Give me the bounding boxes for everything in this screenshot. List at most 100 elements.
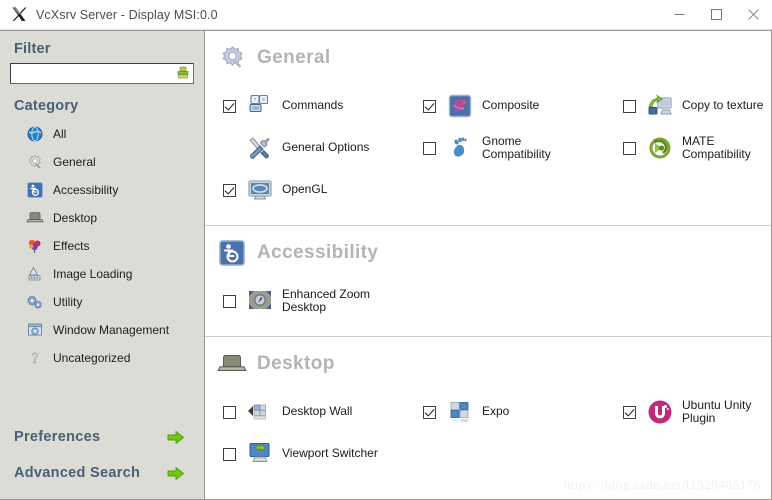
plugin-label: Gnome Compatibility xyxy=(482,133,551,161)
plugin-checkbox[interactable] xyxy=(223,294,236,308)
effects-icon xyxy=(26,237,44,255)
plugin-label: Ubuntu Unity Plugin xyxy=(682,397,752,425)
keyboard-keys-icon: 7 8 Ctrl xyxy=(247,93,273,119)
accessibility-icon xyxy=(217,238,247,268)
watermark-text: https://blog.csdn.net/l1528405176 xyxy=(563,477,761,492)
plugin-checkbox[interactable] xyxy=(223,99,236,113)
sidebar-item-general[interactable]: General xyxy=(0,148,204,176)
question-mark-icon xyxy=(26,349,44,367)
preferences-link[interactable]: Preferences xyxy=(0,419,204,455)
sidebar-item-label: Utility xyxy=(53,295,83,309)
plugin-checkbox[interactable] xyxy=(423,405,436,419)
vcxsrv-window: VcXsrv Server - Display MSI:0.0 Filter C… xyxy=(0,0,772,500)
plugin-label: Copy to texture xyxy=(682,98,764,113)
plugin-ubuntu-unity[interactable]: Ubuntu Unity Plugin xyxy=(605,391,771,433)
maximize-icon[interactable] xyxy=(698,0,735,30)
plugin-label: General Options xyxy=(282,140,370,155)
category-list: All General Accessibility Desktop Effect… xyxy=(0,118,204,372)
sidebar-item-label: Window Management xyxy=(53,323,170,337)
plugin-checkbox[interactable] xyxy=(423,141,436,155)
gnome-foot-icon xyxy=(447,135,473,161)
filter-box[interactable] xyxy=(10,63,194,84)
sidebar-item-all[interactable]: All xyxy=(0,120,204,148)
plugin-panel: General 7 8 Ctrl Commands Composite Copy… xyxy=(205,30,772,500)
section-header: Accessibility xyxy=(205,226,771,274)
composite-icon xyxy=(447,93,473,119)
green-arrow-icon[interactable] xyxy=(166,465,186,481)
filter-input[interactable] xyxy=(15,65,176,82)
advanced-search-link[interactable]: Advanced Search xyxy=(0,455,204,491)
plugin-grid: Enhanced Zoom Desktop xyxy=(205,274,771,336)
plugin-checkbox[interactable] xyxy=(423,99,436,113)
clear-filter-icon[interactable] xyxy=(176,66,190,81)
plugin-commands[interactable]: 7 8 Ctrl Commands xyxy=(205,85,405,127)
section-desktop: Desktop Desktop Wall Expo Ubuntu Unity P… xyxy=(205,336,771,489)
sidebar-item-label: Desktop xyxy=(53,211,98,225)
sidebar: Filter Category All General Accessibilit… xyxy=(0,30,205,500)
sidebar-item-desktop[interactable]: Desktop xyxy=(0,204,204,232)
close-icon[interactable] xyxy=(735,0,772,30)
sidebar-item-effects[interactable]: Effects xyxy=(0,232,204,260)
filter-heading: Filter xyxy=(14,41,51,57)
sidebar-item-label: Uncategorized xyxy=(53,351,131,365)
image-loading-icon xyxy=(26,265,44,283)
minimize-icon[interactable] xyxy=(661,0,698,30)
sidebar-item-window-management[interactable]: Window Management xyxy=(0,316,204,344)
enhanced-zoom-icon xyxy=(247,288,273,314)
window-controls xyxy=(661,0,772,30)
gear-icon xyxy=(217,43,247,73)
section-title: General xyxy=(257,47,331,68)
sidebar-item-label: All xyxy=(53,127,67,141)
section-title: Accessibility xyxy=(257,242,379,263)
section-header: General xyxy=(205,31,771,79)
plugin-expo[interactable]: Expo xyxy=(405,391,605,433)
sidebar-item-uncategorized[interactable]: Uncategorized xyxy=(0,344,204,372)
plugin-viewport-switcher[interactable]: Viewport Switcher xyxy=(205,433,405,475)
section-header: Desktop xyxy=(205,337,771,385)
viewport-switcher-icon xyxy=(247,441,273,467)
plugin-opengl[interactable]: OpenGL xyxy=(205,169,405,211)
tools-icon xyxy=(247,135,273,161)
plugin-general-options[interactable]: General Options xyxy=(205,127,405,169)
sidebar-item-accessibility[interactable]: Accessibility xyxy=(0,176,204,204)
plugin-label: Desktop Wall xyxy=(282,404,353,419)
plugin-label: Composite xyxy=(482,98,540,113)
green-arrow-icon[interactable] xyxy=(166,429,186,445)
sidebar-item-label: Image Loading xyxy=(53,267,133,281)
plugin-desktop-wall[interactable]: Desktop Wall xyxy=(205,391,405,433)
plugin-checkbox[interactable] xyxy=(223,447,236,461)
plugin-checkbox[interactable] xyxy=(623,141,636,155)
preferences-label: Preferences xyxy=(14,429,101,445)
plugin-checkbox[interactable] xyxy=(223,405,236,419)
opengl-monitor-icon xyxy=(247,177,273,203)
sidebar-item-label: General xyxy=(53,155,96,169)
plugin-checkbox[interactable] xyxy=(623,405,636,419)
sidebar-item-utility[interactable]: Utility xyxy=(0,288,204,316)
window-management-icon xyxy=(26,321,44,339)
window-body: Filter Category All General Accessibilit… xyxy=(0,30,772,500)
section-accessibility: Accessibility Enhanced Zoom Desktop xyxy=(205,225,771,336)
plugin-checkbox[interactable] xyxy=(623,99,636,113)
sidebar-item-image-loading[interactable]: Image Loading xyxy=(0,260,204,288)
plugin-label: Expo xyxy=(482,404,510,419)
plugin-enhanced-zoom-desktop[interactable]: Enhanced Zoom Desktop xyxy=(205,280,405,322)
copy-to-texture-icon xyxy=(647,93,673,119)
desktop-icon xyxy=(217,349,247,379)
plugin-checkbox[interactable] xyxy=(223,183,236,197)
desktop-wall-icon xyxy=(247,399,273,425)
gear-icon xyxy=(26,153,44,171)
expo-icon xyxy=(447,399,473,425)
plugin-label: Commands xyxy=(282,98,344,113)
section-title: Desktop xyxy=(257,353,335,374)
sidebar-item-label: Effects xyxy=(53,239,90,253)
plugin-label: MATE Compatibility xyxy=(682,133,751,161)
plugin-label: Viewport Switcher xyxy=(282,446,378,461)
advanced-search-label: Advanced Search xyxy=(14,465,141,481)
plugin-mate-compatibility[interactable]: MATE Compatibility xyxy=(605,127,771,169)
plugin-gnome-compatibility[interactable]: Gnome Compatibility xyxy=(405,127,605,169)
globe-icon xyxy=(26,125,44,143)
x-logo-icon xyxy=(6,0,32,30)
plugin-copy-to-texture[interactable]: Copy to texture xyxy=(605,85,771,127)
category-heading: Category xyxy=(14,98,79,114)
plugin-composite[interactable]: Composite xyxy=(405,85,605,127)
